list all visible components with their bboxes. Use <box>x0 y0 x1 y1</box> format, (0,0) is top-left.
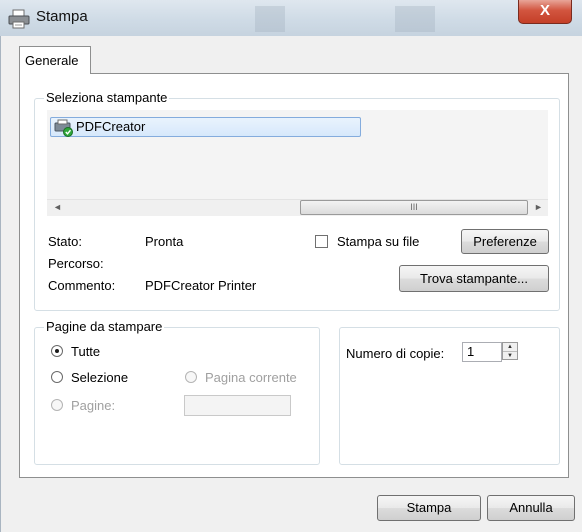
find-printer-button[interactable]: Trova stampante... <box>399 265 549 292</box>
stato-label: Stato: <box>48 234 82 249</box>
radio-tutte[interactable] <box>51 345 63 357</box>
copies-label: Numero di copie: <box>346 346 445 361</box>
print-to-file-checkbox[interactable] <box>315 235 328 248</box>
background-window <box>255 6 285 32</box>
printer-group-label: Seleziona stampante <box>44 90 170 105</box>
radio-pagine-label[interactable]: Pagine: <box>71 398 115 413</box>
radio-pagina-corrente[interactable] <box>185 371 197 383</box>
scroll-left-icon[interactable]: ◄ <box>49 199 66 216</box>
chevron-up-icon[interactable]: ▲ <box>503 343 517 352</box>
close-button[interactable]: X <box>518 0 572 24</box>
commento-value: PDFCreator Printer <box>145 278 257 293</box>
radio-pagine[interactable] <box>51 399 63 411</box>
copies-input[interactable]: 1 <box>462 342 502 362</box>
scroll-thumb[interactable]: III <box>300 200 528 215</box>
printer-icon <box>8 9 30 29</box>
window-title: Stampa <box>36 8 88 25</box>
percorso-label: Percorso: <box>48 256 104 271</box>
preferences-button[interactable]: Preferenze <box>461 229 549 254</box>
commento-label: Commento: <box>48 278 116 293</box>
stato-value: Pronta <box>145 234 184 249</box>
tab-generale[interactable]: Generale <box>19 46 91 74</box>
printer-name: PDFCreator <box>76 119 146 134</box>
print-to-file-label: Stampa su file <box>337 234 420 249</box>
chevron-down-icon[interactable]: ▼ <box>503 352 517 360</box>
pages-group-label: Pagine da stampare <box>44 319 165 334</box>
cancel-button[interactable]: Annulla <box>487 495 575 521</box>
scroll-right-icon[interactable]: ► <box>530 199 547 216</box>
radio-tutte-label[interactable]: Tutte <box>71 344 100 359</box>
background-window <box>395 6 435 32</box>
pdf-printer-icon <box>54 119 74 137</box>
print-button[interactable]: Stampa <box>377 495 481 521</box>
radio-pagina-corrente-label[interactable]: Pagina corrente <box>205 370 297 385</box>
pages-range-input[interactable] <box>184 395 291 416</box>
radio-selezione[interactable] <box>51 371 63 383</box>
radio-selezione-label[interactable]: Selezione <box>71 370 128 385</box>
copies-stepper[interactable]: ▲ ▼ <box>502 342 518 360</box>
